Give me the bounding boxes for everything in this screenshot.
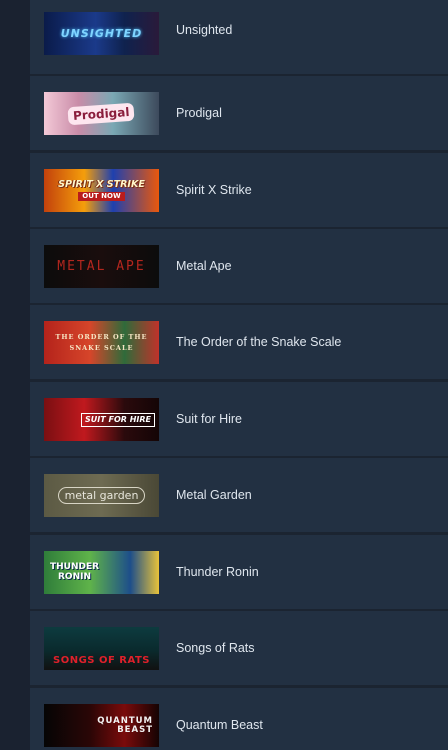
game-row-thunder-ronin[interactable]: THUNDER RONIN Thunder Ronin <box>30 535 448 609</box>
capsule-art-text: SPIRIT X STRIKE <box>58 178 145 190</box>
capsule-art-text: UNSIGHTED <box>60 27 143 40</box>
game-list: UNSIGHTED Unsighted Prodigal Prodigal SP… <box>30 0 448 750</box>
game-row-spirit-x-strike[interactable]: SPIRIT X STRIKE OUT NOW Spirit X Strike <box>30 153 448 227</box>
game-row-prodigal[interactable]: Prodigal Prodigal <box>30 76 448 150</box>
capsule-art-text: THUNDER <box>50 562 100 572</box>
game-title: Suit for Hire <box>176 412 242 426</box>
game-row-the-order-of-the-snake-scale[interactable]: THE ORDER OF THE SNAKE SCALE The Order o… <box>30 305 448 379</box>
game-capsule-image: METAL APE <box>44 245 159 288</box>
capsule-art-subtext: RONIN <box>58 572 91 582</box>
game-capsule-image: SPIRIT X STRIKE OUT NOW <box>44 169 159 212</box>
game-row-songs-of-rats[interactable]: SONGS OF RATS Songs of Rats <box>30 611 448 685</box>
game-title: The Order of the Snake Scale <box>176 335 342 349</box>
game-capsule-image: SUIT FOR HIRE <box>44 398 159 441</box>
game-title: Thunder Ronin <box>176 565 259 579</box>
left-rail <box>0 0 30 750</box>
game-row-metal-garden[interactable]: metal garden Metal Garden <box>30 458 448 532</box>
game-title: Prodigal <box>176 106 222 120</box>
capsule-art-text: Prodigal <box>67 102 136 125</box>
game-capsule-image: Prodigal <box>44 92 159 135</box>
game-title: Unsighted <box>176 23 233 37</box>
capsule-art-subtext: SNAKE SCALE <box>69 343 134 352</box>
game-capsule-image: metal garden <box>44 474 159 517</box>
game-capsule-image: QUANTUM BEAST <box>44 704 159 747</box>
game-row-suit-for-hire[interactable]: SUIT FOR HIRE Suit for Hire <box>30 382 448 456</box>
game-row-unsighted[interactable]: UNSIGHTED Unsighted <box>30 0 448 74</box>
game-row-metal-ape[interactable]: METAL APE Metal Ape <box>30 229 448 303</box>
page: UNSIGHTED Unsighted Prodigal Prodigal SP… <box>0 0 448 750</box>
game-title: Quantum Beast <box>176 718 263 732</box>
capsule-art-subtext: BEAST <box>117 725 153 735</box>
game-title: Metal Garden <box>176 488 252 502</box>
game-capsule-image: THE ORDER OF THE SNAKE SCALE <box>44 321 159 364</box>
capsule-art-text: THE ORDER OF THE <box>55 333 148 341</box>
game-title: Metal Ape <box>176 259 232 273</box>
capsule-art-subtext: OUT NOW <box>78 192 125 202</box>
game-capsule-image: THUNDER RONIN <box>44 551 159 594</box>
capsule-art-text: SUIT FOR HIRE <box>81 412 155 427</box>
capsule-art-text: metal garden <box>57 487 146 504</box>
game-title: Songs of Rats <box>176 641 255 655</box>
game-capsule-image: UNSIGHTED <box>44 12 159 55</box>
game-row-quantum-beast[interactable]: QUANTUM BEAST Quantum Beast <box>30 688 448 750</box>
capsule-art-text: METAL APE <box>57 259 146 274</box>
capsule-art-text: QUANTUM <box>97 715 153 726</box>
capsule-art-text: SONGS OF RATS <box>53 655 150 666</box>
game-title: Spirit X Strike <box>176 183 252 197</box>
game-capsule-image: SONGS OF RATS <box>44 627 159 670</box>
